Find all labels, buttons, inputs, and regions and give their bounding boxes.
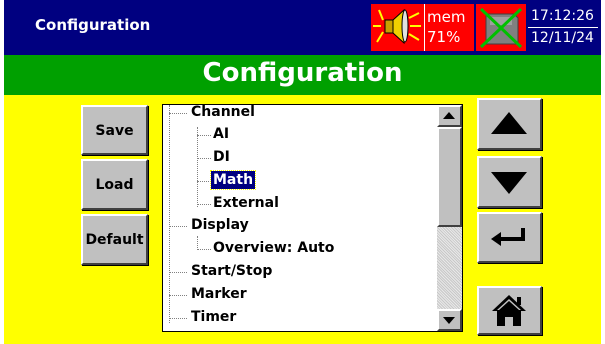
tree-connector [197,236,198,250]
home-icon [492,295,526,326]
load-button[interactable]: Load [81,159,148,210]
tree-item-math[interactable]: Math [209,170,257,193]
tree-item-marker[interactable]: Marker [189,285,249,307]
load-button-label: Load [95,177,134,193]
clock-divider [528,27,598,28]
scroll-up-button[interactable] [437,105,462,127]
page-title: Configuration [202,58,403,88]
tree-item-display[interactable]: Display [189,216,251,238]
memory-label: mem [427,8,466,26]
tree-item-overview[interactable]: Overview: Auto [211,239,336,261]
enter-button[interactable] [477,212,542,263]
home-button[interactable] [477,286,542,335]
tree-item-start-stop[interactable]: Start/Stop [189,262,274,284]
tree-rows: Channel AI DI Math External Display Over… [163,104,437,331]
speaker-icon[interactable] [371,4,424,51]
tree-connector [169,113,187,114]
default-button-label: Default [85,232,144,248]
tree-item-label: Timer [191,309,237,325]
main-panel: Save Load Default Channel AI DI Math Ext… [4,95,601,344]
tree-connector [169,318,187,319]
tree-connector [169,272,187,273]
tree-connector [197,158,211,159]
clock: 17:12:26 12/11/24 [528,4,598,51]
nav-up-button[interactable] [477,98,542,150]
memory-percent: 71% [427,28,461,46]
save-button-label: Save [95,123,134,139]
enter-icon [491,228,525,246]
tree-item-label: Math [209,170,257,190]
save-button[interactable]: Save [81,105,148,155]
nav-down-button[interactable] [477,156,542,208]
arrow-down-icon [491,172,527,194]
tree-item-label: DI [213,149,230,165]
memory-indicator: mem 71% [424,4,474,51]
triangle-up-icon [443,112,455,119]
tree-item-label: Display [191,217,249,233]
tree-item-label: External [213,195,279,211]
tree-item-label: Overview: Auto [213,240,335,256]
default-button[interactable]: Default [81,214,148,265]
card-crossed-icon[interactable] [476,4,526,51]
tree-connector [197,249,211,250]
scroll-down-button[interactable] [437,309,462,331]
tree-connector [197,127,198,207]
tree-item-external[interactable]: External [211,194,281,216]
tree-connector [169,105,170,323]
tree-connector [197,135,211,136]
tree-item-timer[interactable]: Timer [189,308,238,330]
tree-scrollbar[interactable] [437,105,462,331]
arrow-up-icon [491,112,527,134]
tree-item-di[interactable]: DI [211,148,232,170]
tree-item-label: Marker [191,286,247,302]
clock-date: 12/11/24 [531,30,594,46]
triangle-down-icon [443,317,455,324]
tree-connector [197,181,211,182]
tree-item-ai[interactable]: AI [211,125,231,147]
clock-time: 17:12:26 [531,8,594,24]
tree-item-label: AI [213,126,230,142]
scroll-thumb[interactable] [437,127,462,227]
tree-connector [169,295,187,296]
config-tree[interactable]: Channel AI DI Math External Display Over… [162,104,463,332]
page-header: Configuration [4,55,601,95]
tree-item-label: Start/Stop [191,263,273,279]
app-frame: Configuration mem 71% 17:12:26 12/11/24 … [4,0,601,344]
tree-connector [197,204,211,205]
app-title: Configuration [35,16,151,34]
tree-connector [169,226,187,227]
tree-item-channel[interactable]: Channel [189,104,257,125]
title-bar: Configuration mem 71% 17:12:26 12/11/24 [4,0,601,55]
tree-item-label: Channel [191,104,255,120]
